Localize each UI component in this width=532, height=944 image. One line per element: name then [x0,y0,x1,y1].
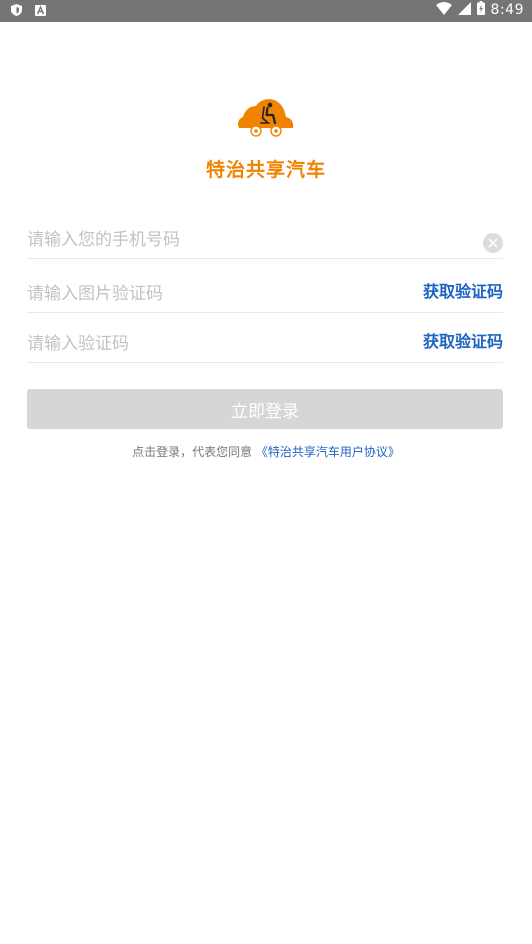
status-left-icons [10,4,46,16]
agreement-prefix: 点击登录，代表您同意 [132,445,253,459]
status-right: 8:49 [435,1,524,19]
battery-icon [476,1,485,19]
get-sms-code-button[interactable]: 获取验证码 [423,328,503,352]
android-a-icon [34,4,46,16]
agreement-text: 点击登录，代表您同意 《特治共享汽车用户协议》 [0,443,532,460]
status-bar: 8:49 [0,0,532,22]
get-image-code-button[interactable]: 获取验证码 [423,278,503,302]
clear-icon[interactable] [483,233,503,253]
image-captcha-input[interactable] [27,284,407,304]
phone-input[interactable] [27,230,407,250]
shield-icon [10,4,22,16]
app-name: 特治共享汽车 [205,159,326,181]
login-button[interactable]: 立即登录 [27,389,503,429]
status-time: 8:49 [490,2,524,18]
phone-field [27,208,503,259]
sms-code-field: 获取验证码 [27,312,503,363]
user-agreement-link[interactable]: 《特治共享汽车用户协议》 [256,445,400,459]
wifi-icon [435,1,452,19]
image-captcha-field: 获取验证码 [27,262,503,313]
car-seat-logo-icon [236,96,296,140]
sms-code-input[interactable] [27,334,407,354]
signal-icon [457,1,471,19]
